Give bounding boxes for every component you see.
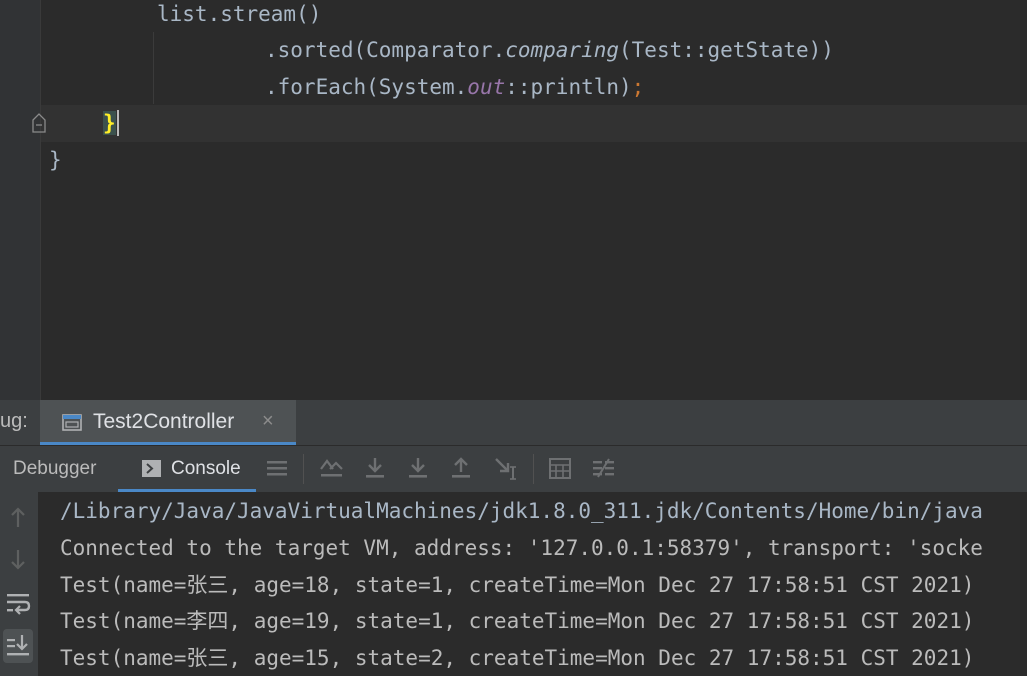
code-editor[interactable]: list.stream() .sorted(Comparator.compari… bbox=[0, 0, 1027, 400]
arrow-down-icon[interactable] bbox=[3, 543, 33, 577]
console-panel[interactable]: /Library/Java/JavaVirtualMachines/jdk1.8… bbox=[0, 492, 1027, 676]
console-line: Connected to the target VM, address: '12… bbox=[60, 536, 983, 560]
debug-toolbar: Debugger Console bbox=[0, 446, 1027, 493]
code-line-5[interactable]: } bbox=[49, 147, 62, 173]
console-icon bbox=[142, 460, 161, 477]
tab-debugger[interactable]: Debugger bbox=[13, 446, 108, 492]
toolbar-separator bbox=[533, 454, 534, 484]
code-line-2[interactable]: .sorted(Comparator.comparing(Test::getSt… bbox=[265, 37, 834, 63]
run-to-cursor-icon[interactable] bbox=[492, 455, 518, 481]
code-line-4[interactable]: } bbox=[103, 110, 119, 136]
console-line: /Library/Java/JavaVirtualMachines/jdk1.8… bbox=[60, 499, 983, 523]
text-caret bbox=[116, 110, 119, 136]
matched-brace: } bbox=[103, 111, 116, 135]
show-execution-point-icon[interactable] bbox=[318, 455, 344, 481]
debug-tool-window-header: ug: Test2Controller × bbox=[0, 400, 1027, 446]
console-line: Test(name=张三, age=15, state=2, createTim… bbox=[60, 646, 975, 670]
editor-gutter[interactable] bbox=[0, 0, 41, 400]
toolbar-separator bbox=[303, 454, 304, 484]
fold-icon[interactable] bbox=[31, 113, 47, 133]
tab-console[interactable]: Console bbox=[118, 446, 256, 492]
indent-guide bbox=[153, 32, 154, 104]
code-line-1[interactable]: list.stream() bbox=[157, 1, 321, 27]
step-over-icon[interactable] bbox=[362, 455, 388, 481]
step-into-icon[interactable] bbox=[405, 455, 431, 481]
code-line-3[interactable]: .forEach(System.out::println); bbox=[265, 74, 644, 100]
console-line: Test(name=李四, age=19, state=1, createTim… bbox=[60, 609, 975, 633]
tab-debug-session[interactable]: Test2Controller × bbox=[40, 400, 296, 445]
trace-current-stream-icon[interactable] bbox=[590, 455, 616, 481]
tab-console-label: Console bbox=[171, 458, 241, 479]
scroll-to-end-icon[interactable] bbox=[3, 629, 33, 663]
console-line: Test(name=张三, age=18, state=1, createTim… bbox=[60, 573, 975, 597]
console-window-icon bbox=[62, 414, 82, 431]
current-line-highlight bbox=[41, 105, 1027, 142]
session-title: Test2Controller bbox=[93, 410, 235, 433]
evaluate-expression-icon[interactable] bbox=[547, 455, 573, 481]
close-icon[interactable]: × bbox=[262, 410, 274, 433]
soft-wrap-icon[interactable] bbox=[3, 586, 33, 620]
menu-icon[interactable] bbox=[264, 455, 290, 481]
console-side-toolbar bbox=[0, 492, 39, 676]
debug-label: ug: bbox=[0, 410, 28, 432]
step-out-icon[interactable] bbox=[448, 455, 474, 481]
arrow-up-icon[interactable] bbox=[3, 500, 33, 534]
